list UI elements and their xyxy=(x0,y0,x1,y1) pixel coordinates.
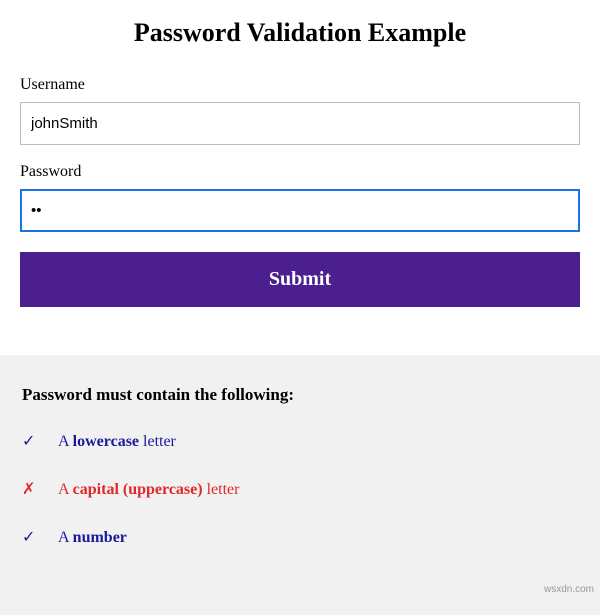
password-label: Password xyxy=(20,163,580,181)
check-icon: ✓ xyxy=(22,527,58,547)
watermark: wsxdn.com xyxy=(544,584,594,595)
password-rules-panel: Password must contain the following: ✓ A… xyxy=(0,355,600,615)
rule-text: A lowercase letter xyxy=(58,433,176,451)
password-input[interactable] xyxy=(20,189,580,232)
cross-icon: ✗ xyxy=(22,479,58,499)
rule-text: A number xyxy=(58,529,127,547)
username-label: Username xyxy=(20,76,580,94)
check-icon: ✓ xyxy=(22,431,58,451)
rule-lowercase: ✓ A lowercase letter xyxy=(22,431,578,451)
rule-uppercase: ✗ A capital (uppercase) letter xyxy=(22,479,578,499)
rule-number: ✓ A number xyxy=(22,527,578,547)
rules-heading: Password must contain the following: xyxy=(22,385,578,405)
rule-text: A capital (uppercase) letter xyxy=(58,481,239,499)
submit-button[interactable]: Submit xyxy=(20,252,580,307)
page-title: Password Validation Example xyxy=(20,18,580,48)
username-input[interactable] xyxy=(20,102,580,145)
